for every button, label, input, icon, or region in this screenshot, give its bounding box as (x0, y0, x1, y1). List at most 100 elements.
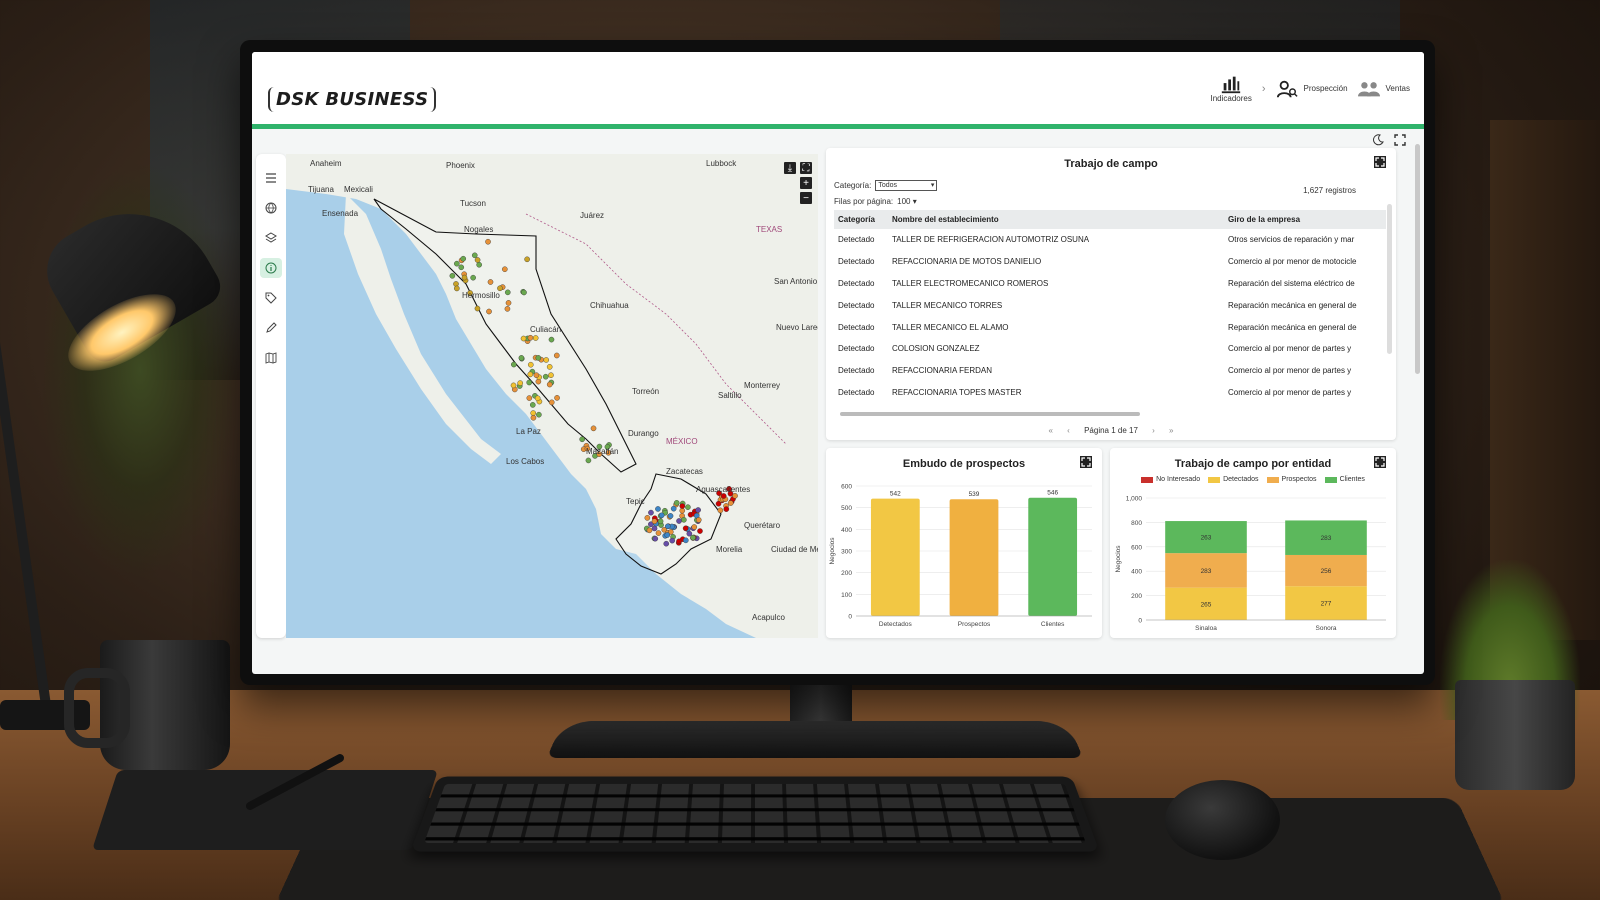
map-marker (669, 537, 676, 544)
cell-category: Detectado (838, 344, 875, 354)
map-place-label: Mexicali (344, 185, 373, 194)
rows-per-page-select[interactable]: 100 ▾ (897, 197, 917, 206)
table-row[interactable]: Detectado COLOSION GONZALEZ Comercio al po… (834, 338, 1386, 360)
cell-category: Detectado (838, 257, 875, 267)
globe-icon (265, 202, 277, 214)
map-marker (658, 512, 665, 519)
rows-per-page-label: Filas por página: (834, 197, 894, 206)
y-tick-label: 500 (841, 505, 852, 512)
pagination: « ‹ Página 1 de 17 › » (826, 426, 1396, 435)
column-header[interactable]: Giro de la empresa (1224, 210, 1386, 229)
table-row[interactable]: Detectado TALLER MECANICO EL ALAMO Reparac… (834, 316, 1386, 338)
map-marker (670, 505, 677, 512)
y-tick-label: 1,000 (1126, 496, 1143, 503)
nav-prospeccion[interactable]: Prospección (1276, 79, 1348, 99)
map-place-label: Chihuahua (590, 301, 629, 310)
segment-value-label: 283 (1201, 568, 1212, 575)
zoom-out-button[interactable]: − (800, 192, 812, 204)
map-marker (663, 540, 670, 547)
y-tick-label: 0 (1138, 618, 1142, 625)
map-marker (644, 515, 651, 521)
monitor-screen: DSK BUSINESS Indicadores › Prospección V… (252, 52, 1424, 674)
expand-icon[interactable] (1374, 156, 1386, 168)
nav-indicadores[interactable]: Indicadores (1210, 74, 1252, 103)
cell-category: Detectado (838, 300, 875, 310)
cell-name: REFACCIONARIA FERDAN (892, 366, 993, 376)
table-row[interactable]: Detectado REFACCIONARIA TOPES MASTER Comer… (834, 382, 1386, 404)
table-horizontal-scrollbar[interactable] (840, 412, 1380, 417)
header-accent-bar (252, 124, 1424, 129)
last-page-button[interactable]: » (1169, 426, 1173, 435)
map-marker (517, 380, 524, 386)
cell-category: Detectado (838, 322, 875, 332)
map-marker (476, 261, 482, 268)
sidebar-item-map[interactable] (260, 348, 282, 368)
chevron-down-icon: ▾ (912, 197, 917, 206)
fullscreen-icon[interactable] (1394, 134, 1406, 146)
cell-business-type: Otros servicios de reparación y mar (1228, 235, 1355, 245)
map-marker (579, 436, 585, 443)
map-place-label: Phoenix (446, 161, 475, 170)
download-icon[interactable]: ⤓ (784, 162, 796, 174)
y-axis-label: Negocios (1115, 545, 1122, 573)
nav-ventas[interactable]: Ventas (1357, 79, 1410, 99)
table-row[interactable]: Detectado REFACCIONARIA FERDAN Comercio al… (834, 360, 1386, 382)
table-vertical-scrollbar[interactable] (1387, 204, 1392, 354)
zoom-in-button[interactable]: + (800, 177, 812, 189)
table-row[interactable]: Detectado TALLER DE REFRIGERACION AUTOMOT… (834, 229, 1386, 251)
keyboard[interactable] (410, 776, 1100, 852)
sidebar-item-info[interactable] (260, 258, 282, 278)
cell-category: Detectado (838, 278, 875, 288)
view-tools (1372, 134, 1406, 146)
map-place-label: Querétaro (744, 521, 781, 530)
map-place-label: Nogales (464, 225, 493, 234)
sidebar-item-menu[interactable] (260, 168, 282, 188)
column-header[interactable]: Categoría (834, 210, 888, 229)
sidebar-item-globe[interactable] (260, 198, 282, 218)
y-tick-label: 600 (1131, 544, 1142, 551)
map-marker (510, 382, 517, 389)
cell-business-type: Reparación mecánica en general de (1228, 322, 1357, 332)
map-place-label: Acapulco (752, 613, 785, 622)
map-marker (526, 395, 533, 401)
sidebar-item-layers[interactable] (260, 228, 282, 248)
table-row[interactable]: Detectado REFACCIONARIA DE MOTOS DANIELIO… (834, 251, 1386, 273)
fullscreen-icon[interactable]: ⛶ (800, 162, 812, 174)
category-select[interactable]: Todos ▾ (875, 180, 938, 191)
next-page-button[interactable]: › (1152, 426, 1155, 435)
map-canvas[interactable]: Anaheim Phoenix Lubbock Tijuana Mexicali Ense… (286, 154, 818, 638)
table-row[interactable]: Detectado TALLER ELECTROMECANICO ROMEROS R… (834, 273, 1386, 295)
bar-value-label: 542 (890, 491, 901, 498)
table-row[interactable]: Detectado TALLER MECANICO TORRES Reparació… (834, 294, 1386, 316)
cell-business-type: Reparación mecánica en general de (1228, 300, 1357, 310)
column-header[interactable]: Nombre del establecimiento (888, 210, 1224, 229)
sidebar-item-draw[interactable] (260, 318, 282, 338)
prev-page-button[interactable]: ‹ (1067, 426, 1070, 435)
map-marker (527, 361, 534, 368)
page-vertical-scrollbar[interactable] (1415, 144, 1420, 374)
scrollbar-thumb[interactable] (840, 412, 1140, 416)
map-marker (676, 518, 682, 524)
map-marker (485, 238, 491, 245)
map-marker (655, 530, 662, 536)
map-marker (585, 457, 592, 464)
map-marker (679, 503, 686, 509)
page-indicator: Página 1 de 17 (1084, 426, 1138, 435)
y-tick-label: 300 (841, 549, 852, 556)
map-marker (470, 274, 476, 281)
map-marker (529, 402, 536, 408)
dark-mode-icon[interactable] (1372, 134, 1384, 146)
y-tick-label: 200 (1131, 593, 1142, 600)
brand-logo[interactable]: DSK BUSINESS (268, 87, 437, 112)
map-marker (520, 335, 527, 342)
sidebar-item-tag[interactable] (260, 288, 282, 308)
bar-chart-icon (1221, 76, 1241, 94)
map-view[interactable]: Anaheim Phoenix Lubbock Tijuana Mexicali Ense… (286, 154, 818, 638)
mouse[interactable] (1165, 780, 1280, 860)
layers-icon (265, 232, 277, 243)
cell-name: TALLER ELECTROMECANICO ROMEROS (892, 278, 1049, 288)
first-page-button[interactable]: « (1048, 426, 1052, 435)
segment-value-label: 277 (1321, 601, 1332, 608)
map-marker (461, 274, 468, 281)
map-place-label: Los Cabos (506, 457, 544, 466)
